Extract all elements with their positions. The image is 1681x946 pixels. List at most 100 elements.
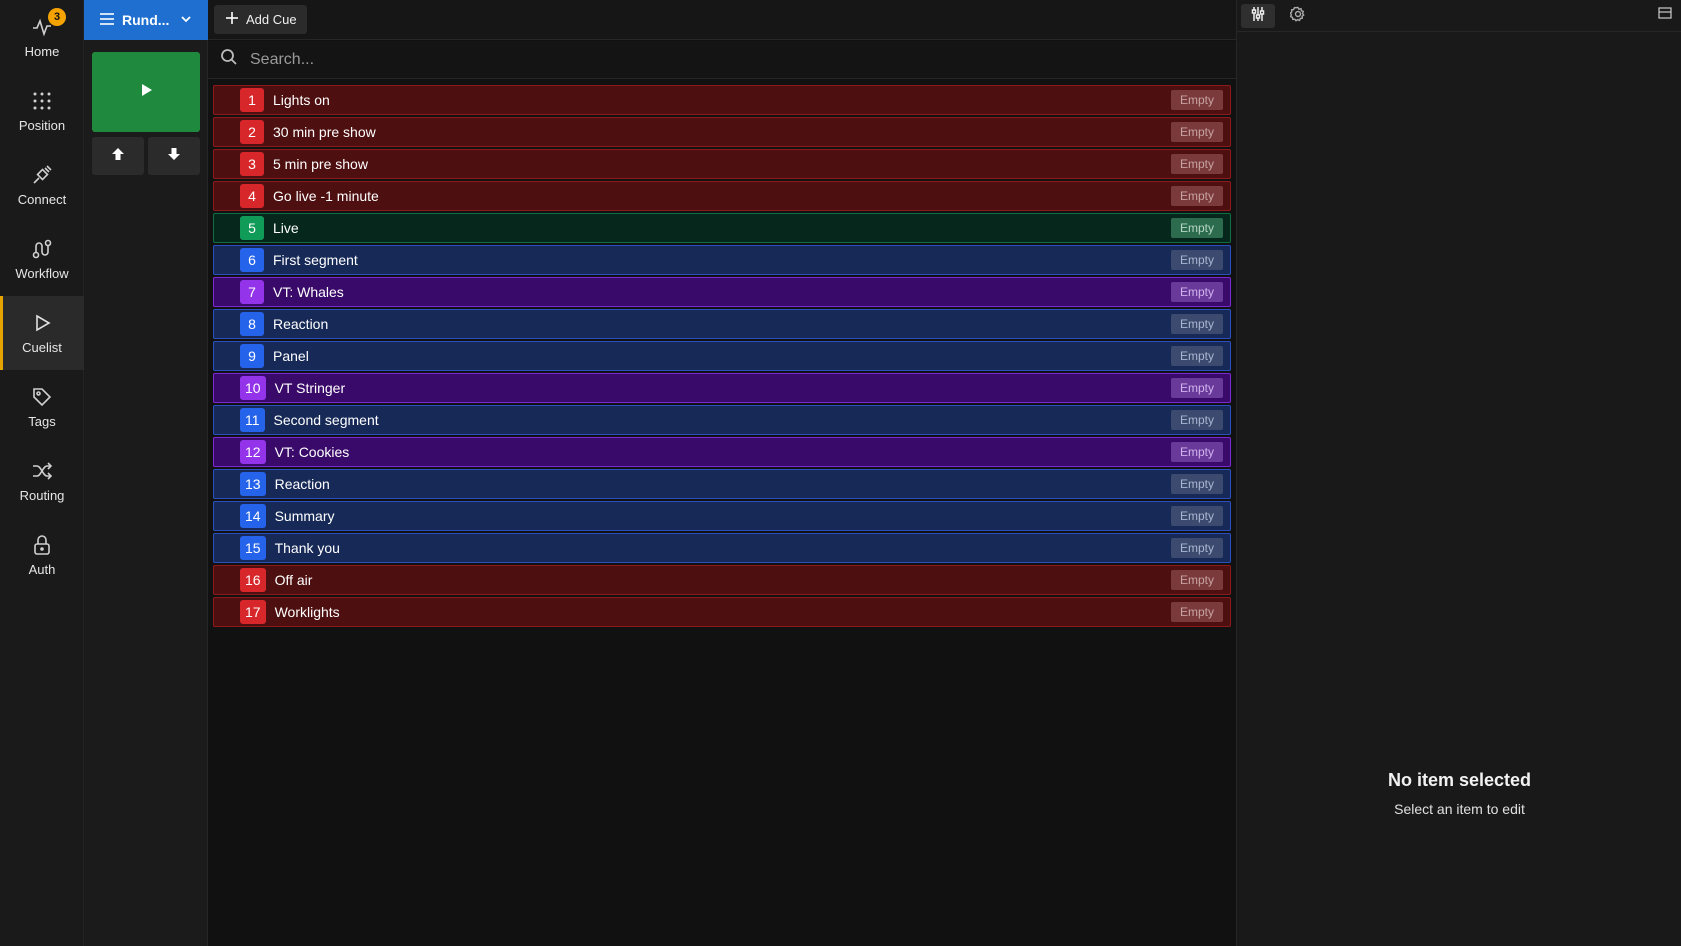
hamburger-icon	[100, 12, 114, 28]
cue-row[interactable]: 4 Go live -1 minute Empty	[213, 181, 1231, 211]
cue-row[interactable]: 10 VT Stringer Empty	[213, 373, 1231, 403]
previous-cue-button[interactable]	[92, 137, 144, 175]
cue-number: 11	[240, 408, 265, 432]
next-cue-button[interactable]	[148, 137, 200, 175]
empty-state-heading: No item selected	[1387, 770, 1532, 790]
cue-row[interactable]: 1 Lights on Empty	[213, 85, 1231, 115]
play-outline-icon	[30, 311, 54, 335]
search-input[interactable]	[250, 50, 1150, 69]
cue-number: 4	[240, 184, 264, 208]
cue-title: Reaction	[274, 476, 330, 492]
cue-status-badge: Empty	[1171, 250, 1223, 270]
cue-status-badge: Empty	[1171, 570, 1223, 590]
cue-row[interactable]: 2 30 min pre show Empty	[213, 117, 1231, 147]
nav-routing[interactable]: Routing	[0, 444, 84, 518]
cue-title: VT: Whales	[273, 284, 344, 300]
cue-row[interactable]: 8 Reaction Empty	[213, 309, 1231, 339]
cue-number: 14	[240, 504, 266, 528]
add-cue-button[interactable]: Add Cue	[214, 5, 307, 34]
cue-title: Lights on	[273, 92, 330, 108]
cue-number: 10	[240, 376, 266, 400]
cue-status-badge: Empty	[1171, 346, 1223, 366]
cue-title: Thank you	[274, 540, 340, 556]
cue-row[interactable]: 11 Second segment Empty	[213, 405, 1231, 435]
cue-row[interactable]: 5 Live Empty	[213, 213, 1231, 243]
nav-workflow[interactable]: Workflow	[0, 222, 84, 296]
cue-title: 5 min pre show	[273, 156, 368, 172]
cue-row[interactable]: 16 Off air Empty	[213, 565, 1231, 595]
cue-title: Live	[273, 220, 299, 236]
cue-status-badge: Empty	[1171, 506, 1223, 526]
cue-number: 8	[240, 312, 264, 336]
cue-row[interactable]: 14 Summary Empty	[213, 501, 1231, 531]
cue-number: 2	[240, 120, 264, 144]
nav-routing-label: Routing	[19, 488, 65, 503]
nav-connect-label: Connect	[17, 192, 67, 207]
cue-title: Reaction	[273, 316, 329, 332]
cue-status-badge: Empty	[1171, 538, 1223, 558]
plus-icon	[226, 12, 238, 27]
nav-workflow-label: Workflow	[15, 266, 69, 281]
nav-cuelist[interactable]: Cuelist	[0, 296, 84, 370]
arrow-up-icon	[111, 147, 125, 166]
tab-settings[interactable]	[1281, 4, 1315, 28]
cue-row[interactable]: 6 First segment Empty	[213, 245, 1231, 275]
main-nav: 3 Home Position Connect Workflow Cuelist…	[0, 0, 84, 946]
empty-state-subtext: Select an item to edit	[1394, 801, 1525, 817]
cue-list: 1 Lights on Empty 2 30 min pre show Empty 3 5 m…	[213, 85, 1231, 629]
cue-title: Panel	[273, 348, 309, 364]
cue-row[interactable]: 17 Worklights Empty	[213, 597, 1231, 627]
search-icon	[220, 48, 238, 71]
cue-status-badge: Empty	[1171, 282, 1223, 302]
cue-title: Worklights	[274, 604, 340, 620]
nav-cuelist-label: Cuelist	[22, 340, 62, 355]
nav-tags[interactable]: Tags	[0, 370, 84, 444]
nav-connect[interactable]: Connect	[0, 148, 84, 222]
cue-number: 12	[240, 440, 266, 464]
chevron-down-icon	[180, 12, 192, 28]
cue-title: First segment	[273, 252, 358, 268]
cue-number: 6	[240, 248, 264, 272]
arrow-down-icon	[167, 147, 181, 166]
rundown-label: Rund...	[122, 12, 170, 28]
workflow-icon	[30, 237, 54, 261]
cue-number: 13	[240, 472, 266, 496]
cue-row[interactable]: 3 5 min pre show Empty	[213, 149, 1231, 179]
nav-position[interactable]: Position	[0, 74, 84, 148]
cue-row[interactable]: 9 Panel Empty	[213, 341, 1231, 371]
nav-auth-label: Auth	[28, 562, 56, 577]
shuffle-icon	[30, 459, 54, 483]
grid-dots-icon	[30, 89, 54, 113]
cue-number: 7	[240, 280, 264, 304]
cue-number: 17	[240, 600, 266, 624]
nav-home[interactable]: 3 Home	[0, 0, 84, 74]
cue-row[interactable]: 7 VT: Whales Empty	[213, 277, 1231, 307]
cuelist-toolbar: Add Cue	[208, 0, 1236, 40]
cue-status-badge: Empty	[1171, 218, 1223, 238]
cue-row[interactable]: 12 VT: Cookies Empty	[213, 437, 1231, 467]
cue-number: 16	[240, 568, 266, 592]
inspector-panel: No item selected Select an item to edit	[1236, 0, 1681, 946]
cue-row[interactable]: 15 Thank you Empty	[213, 533, 1231, 563]
cue-status-badge: Empty	[1171, 122, 1223, 142]
cue-status-badge: Empty	[1171, 410, 1223, 430]
nav-position-label: Position	[18, 118, 66, 133]
panel-toggle-icon[interactable]	[1658, 6, 1672, 24]
cue-title: 30 min pre show	[273, 124, 376, 140]
lock-icon	[30, 533, 54, 557]
rundown-selector[interactable]: Rund...	[84, 0, 208, 40]
cue-title: VT Stringer	[274, 380, 346, 396]
empty-state: No item selected Select an item to edit	[1237, 770, 1681, 817]
nav-home-label: Home	[24, 44, 60, 59]
nav-auth[interactable]: Auth	[0, 518, 84, 592]
cue-title: Go live -1 minute	[273, 188, 379, 204]
sliders-icon	[1250, 6, 1266, 27]
tab-properties[interactable]	[1241, 4, 1275, 28]
go-button[interactable]	[92, 52, 200, 132]
nav-tags-label: Tags	[28, 414, 56, 429]
cue-title: Off air	[274, 572, 313, 588]
cue-row[interactable]: 13 Reaction Empty	[213, 469, 1231, 499]
search-bar	[208, 41, 1236, 79]
cue-number: 15	[240, 536, 266, 560]
cue-status-badge: Empty	[1171, 154, 1223, 174]
